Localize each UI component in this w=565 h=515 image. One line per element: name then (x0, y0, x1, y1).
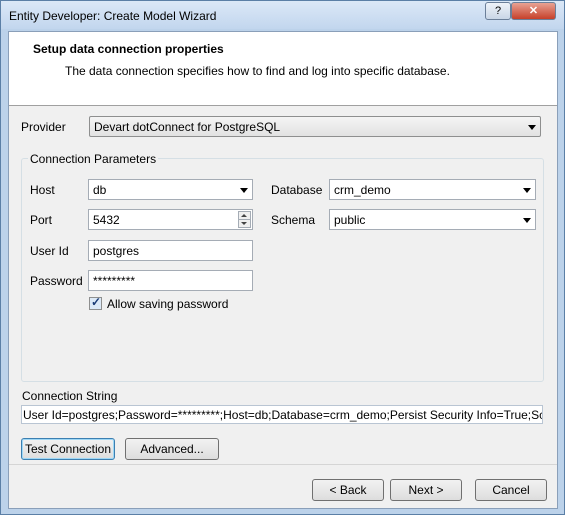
chevron-down-icon (240, 188, 248, 193)
host-dropdown[interactable]: db (88, 179, 253, 200)
window-title: Entity Developer: Create Model Wizard (9, 9, 217, 23)
connection-parameters-caption: Connection Parameters (28, 152, 159, 166)
schema-label: Schema (271, 213, 316, 227)
schema-value: public (334, 213, 366, 227)
advanced-button[interactable]: Advanced... (125, 438, 219, 460)
cancel-button[interactable]: Cancel (475, 479, 547, 501)
title-bar: Entity Developer: Create Model Wizard ? … (1, 1, 564, 29)
provider-dropdown[interactable]: Devart dotConnect for PostgreSQL (89, 116, 541, 137)
close-button[interactable]: ✕ (511, 2, 556, 20)
host-label: Host (30, 183, 55, 197)
allow-saving-password-checkbox[interactable]: ✓ (89, 295, 102, 310)
database-dropdown[interactable]: crm_demo (329, 179, 536, 200)
user-id-value: postgres (93, 244, 140, 258)
wizard-body: Setup data connection properties The dat… (8, 31, 558, 509)
database-value: crm_demo (334, 183, 391, 197)
check-icon: ✓ (91, 295, 102, 309)
wizard-window: Entity Developer: Create Model Wizard ? … (0, 0, 565, 515)
database-label: Database (271, 183, 323, 197)
page-description: The data connection specifies how to fin… (65, 64, 450, 78)
back-button[interactable]: < Back (312, 479, 384, 501)
password-value: ********* (93, 274, 136, 288)
host-value: db (93, 183, 107, 197)
connection-string-value: User Id=postgres;Password=*********;Host… (23, 408, 542, 422)
provider-value: Devart dotConnect for PostgreSQL (94, 120, 281, 134)
page-title: Setup data connection properties (33, 42, 224, 56)
next-button[interactable]: Next > (390, 479, 462, 501)
connection-string-label: Connection String (22, 389, 118, 403)
port-value: 5432 (93, 213, 120, 227)
allow-saving-password-label[interactable]: Allow saving password (107, 297, 228, 311)
footer-divider (9, 464, 557, 465)
chevron-down-icon (523, 188, 531, 193)
port-stepper[interactable]: 5432 (88, 209, 253, 230)
test-connection-button[interactable]: Test Connection (21, 438, 115, 460)
connection-string-field[interactable]: User Id=postgres;Password=*********;Host… (21, 405, 543, 424)
password-field[interactable]: ********* (88, 270, 253, 291)
help-button[interactable]: ? (485, 2, 511, 20)
user-id-field[interactable]: postgres (88, 240, 253, 261)
chevron-down-icon (523, 218, 531, 223)
user-id-label: User Id (30, 244, 69, 258)
chevron-down-icon (528, 125, 536, 130)
spin-down-button[interactable] (238, 219, 251, 228)
provider-label: Provider (21, 120, 66, 134)
schema-dropdown[interactable]: public (329, 209, 536, 230)
wizard-header: Setup data connection properties The dat… (9, 32, 557, 106)
port-label: Port (30, 213, 53, 227)
password-label: Password (30, 274, 83, 288)
